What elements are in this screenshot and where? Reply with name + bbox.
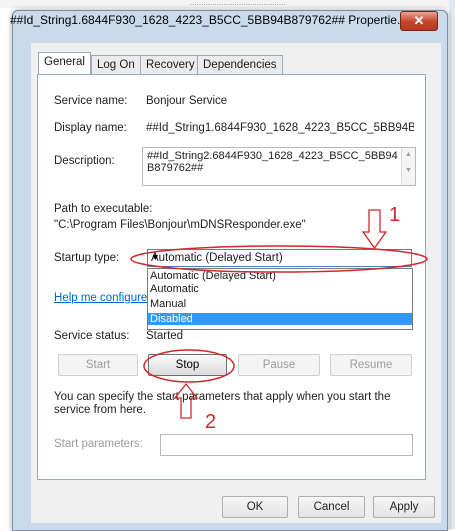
- chevron-down-icon[interactable]: ▼: [151, 252, 407, 262]
- service-status-label: Service status:: [54, 330, 130, 342]
- startup-type-select[interactable]: Automatic (Delayed Start) ▼: [147, 249, 412, 267]
- description-field[interactable]: ##Id_String2.6844F930_1628_4223_B5CC_5BB…: [142, 147, 416, 186]
- description-value: ##Id_String2.6844F930_1628_4223_B5CC_5BB…: [147, 150, 398, 174]
- service-name-label: Service name:: [54, 95, 128, 107]
- option-manual[interactable]: Manual: [148, 298, 412, 310]
- pause-button[interactable]: Pause: [238, 354, 320, 376]
- background-text: ........................................…: [190, 0, 286, 7]
- display-name-value[interactable]: ##Id_String1.6844F930_1628_4223_B5CC_5BB…: [146, 122, 414, 134]
- start-button[interactable]: Start: [58, 354, 138, 376]
- service-status-value: Started: [146, 330, 184, 342]
- scroll-up-icon[interactable]: ▲: [402, 151, 415, 158]
- ok-button[interactable]: OK: [222, 496, 288, 518]
- tab-recovery[interactable]: Recovery: [140, 55, 201, 75]
- scroll-down-icon[interactable]: ▼: [402, 167, 415, 174]
- description-label: Description:: [54, 155, 115, 167]
- display-name-label: Display name:: [54, 122, 127, 134]
- tab-log-on[interactable]: Log On: [91, 55, 141, 75]
- service-name-value: Bonjour Service: [146, 95, 228, 107]
- annotation-marker-2: 2: [205, 411, 217, 433]
- option-automatic[interactable]: Automatic: [148, 283, 412, 295]
- dialog-title: ##Id_String1.6844F930_1628_4223_B5CC_5BB…: [10, 13, 407, 27]
- option-automatic-delayed[interactable]: Automatic (Delayed Start): [148, 270, 412, 282]
- path-value: "C:\Program Files\Bonjour\mDNSResponder.…: [54, 219, 306, 231]
- description-scrollbar[interactable]: ▲ ▼: [401, 148, 415, 185]
- option-disabled[interactable]: Disabled: [148, 313, 412, 325]
- stop-button[interactable]: Stop: [148, 354, 227, 376]
- startup-type-label: Startup type:: [54, 252, 120, 264]
- start-parameters-note: You can specify the start parameters tha…: [54, 391, 391, 416]
- path-label: Path to executable:: [54, 203, 153, 215]
- start-parameters-label: Start parameters:: [54, 438, 143, 450]
- start-parameters-input[interactable]: [160, 434, 413, 456]
- background-window-strip: ........................................…: [0, 0, 455, 8]
- annotation-marker-1: 1: [389, 204, 401, 226]
- close-button[interactable]: ✕: [400, 11, 438, 31]
- tab-general[interactable]: General: [38, 52, 91, 75]
- resume-button[interactable]: Resume: [330, 354, 412, 376]
- cancel-button[interactable]: Cancel: [298, 496, 365, 518]
- apply-button[interactable]: Apply: [373, 496, 435, 518]
- tab-dependencies[interactable]: Dependencies: [197, 55, 283, 75]
- help-configure-link[interactable]: Help me configure service startup option…: [54, 292, 147, 304]
- startup-type-dropdown-list: Automatic (Delayed Start) Automatic Manu…: [147, 268, 413, 330]
- background-window-edge: [449, 0, 455, 529]
